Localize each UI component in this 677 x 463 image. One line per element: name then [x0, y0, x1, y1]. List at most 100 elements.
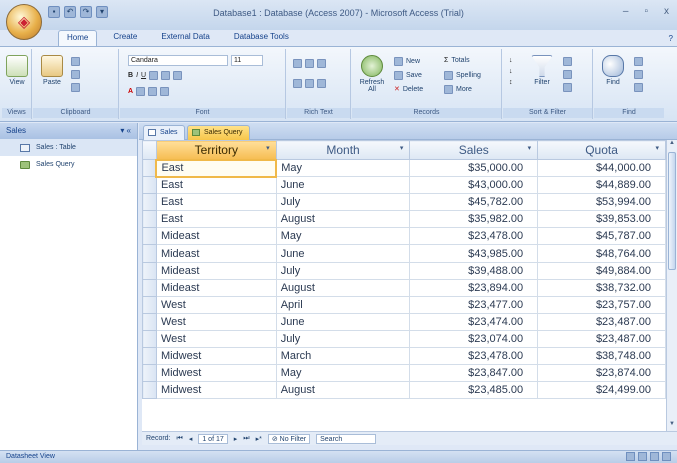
- quota-cell[interactable]: $38,748.00: [537, 347, 666, 366]
- alternate-fill-icon[interactable]: [160, 87, 170, 96]
- month-cell[interactable]: August: [275, 278, 411, 297]
- table-row[interactable]: Midwest August $23,485.00 $24,499.00: [142, 381, 666, 400]
- refresh-all-button[interactable]: Refresh All: [358, 55, 386, 93]
- doc-tab-sales[interactable]: Sales: [143, 125, 185, 140]
- next-record-icon[interactable]: ▸: [234, 435, 238, 443]
- new-record-nav-icon[interactable]: ▸*: [256, 435, 262, 443]
- previous-record-icon[interactable]: ◂: [189, 435, 193, 443]
- select-icon[interactable]: [634, 83, 643, 92]
- sales-cell[interactable]: $35,000.00: [409, 158, 539, 178]
- table-row[interactable]: West April $23,477.00 $23,757.00: [142, 295, 666, 314]
- records-save[interactable]: Save: [394, 71, 422, 80]
- sales-cell[interactable]: $23,894.00: [409, 278, 539, 297]
- territory-cell[interactable]: West: [155, 312, 277, 331]
- pivottable-view-icon[interactable]: [638, 452, 647, 461]
- territory-cell[interactable]: East: [155, 158, 278, 178]
- table-row[interactable]: Mideast May $23,478.00 $45,787.00: [142, 227, 666, 246]
- align-left-icon[interactable]: [149, 71, 159, 80]
- territory-cell[interactable]: East: [155, 176, 277, 195]
- align-center-icon[interactable]: [161, 71, 171, 80]
- month-cell[interactable]: July: [275, 261, 411, 280]
- table-row[interactable]: Midwest May $23,847.00 $23,874.00: [142, 364, 666, 383]
- sales-cell[interactable]: $23,485.00: [409, 381, 539, 400]
- sales-cell[interactable]: $23,478.00: [409, 227, 539, 246]
- sales-cell[interactable]: $39,488.00: [409, 261, 539, 280]
- territory-cell[interactable]: Mideast: [155, 278, 277, 297]
- territory-cell[interactable]: Mideast: [155, 261, 277, 280]
- month-cell[interactable]: May: [275, 364, 411, 383]
- italic-icon[interactable]: I: [136, 72, 138, 79]
- vertical-scrollbar[interactable]: ▲ ▼: [666, 140, 677, 431]
- quota-cell[interactable]: $23,874.00: [537, 364, 666, 383]
- scroll-down-icon[interactable]: ▼: [667, 421, 677, 431]
- font-name-select[interactable]: Candara: [128, 55, 228, 66]
- month-cell[interactable]: August: [275, 210, 411, 229]
- quota-cell[interactable]: $45,787.00: [537, 227, 666, 246]
- row-selector[interactable]: [142, 227, 157, 246]
- cut-icon[interactable]: [71, 57, 80, 66]
- column-header-month[interactable]: Month ▾: [275, 140, 411, 160]
- advanced-icon[interactable]: [563, 70, 572, 79]
- month-cell[interactable]: June: [275, 312, 411, 331]
- help-icon[interactable]: ?: [669, 34, 673, 43]
- sort-descending-icon[interactable]: ↓: [509, 68, 513, 75]
- sort-ascending-icon[interactable]: ↓: [509, 57, 513, 64]
- tab-home[interactable]: Home: [58, 30, 98, 46]
- territory-cell[interactable]: East: [155, 210, 277, 229]
- dropdown-arrow-icon[interactable]: ▾: [655, 144, 659, 152]
- sales-cell[interactable]: $23,074.00: [409, 329, 539, 349]
- table-row[interactable]: Mideast August $23,894.00 $38,732.00: [142, 278, 666, 297]
- sales-cell[interactable]: $23,474.00: [409, 312, 539, 331]
- scroll-up-icon[interactable]: ▲: [667, 140, 677, 150]
- month-cell[interactable]: July: [275, 329, 411, 349]
- territory-cell[interactable]: West: [155, 295, 277, 314]
- table-row[interactable]: East July $45,782.00 $53,994.00: [142, 193, 666, 212]
- numbering-icon[interactable]: [305, 79, 314, 88]
- design-view-icon[interactable]: [662, 452, 671, 461]
- sales-cell[interactable]: $43,985.00: [409, 244, 539, 263]
- quota-cell[interactable]: $53,994.00: [537, 193, 666, 212]
- pivotchart-view-icon[interactable]: [650, 452, 659, 461]
- tab-create[interactable]: Create: [105, 30, 145, 46]
- month-cell[interactable]: April: [275, 295, 411, 314]
- table-row[interactable]: West June $23,474.00 $23,487.00: [142, 312, 666, 331]
- row-selector[interactable]: [142, 193, 157, 212]
- format-painter-icon[interactable]: [71, 83, 80, 92]
- records-more[interactable]: More: [444, 85, 472, 94]
- paste-button[interactable]: Paste: [39, 55, 65, 86]
- sales-cell[interactable]: $45,782.00: [409, 193, 539, 212]
- nav-item-sales-query[interactable]: Sales Query: [0, 156, 137, 173]
- sales-cell[interactable]: $23,477.00: [409, 295, 539, 314]
- column-header-territory[interactable]: Territory ▾: [155, 140, 277, 160]
- table-row[interactable]: Midwest March $23,478.00 $38,748.00: [142, 347, 666, 366]
- maximize-button[interactable]: ▫: [644, 6, 648, 17]
- align-right-icon[interactable]: [173, 71, 183, 80]
- row-selector[interactable]: [142, 347, 157, 366]
- table-row[interactable]: West July $23,074.00 $23,487.00: [142, 329, 666, 349]
- records-new[interactable]: New: [394, 57, 420, 66]
- sales-cell[interactable]: $35,982.00: [409, 210, 539, 229]
- table-row[interactable]: Mideast July $39,488.00 $49,884.00: [142, 261, 666, 280]
- quota-cell[interactable]: $48,764.00: [537, 244, 666, 263]
- datasheet-view-icon[interactable]: [626, 452, 635, 461]
- nav-pane-controls[interactable]: ▾ «: [120, 123, 131, 139]
- territory-cell[interactable]: West: [155, 329, 277, 349]
- month-cell[interactable]: June: [275, 176, 411, 195]
- row-selector[interactable]: [142, 176, 157, 195]
- dropdown-arrow-icon[interactable]: ▾: [266, 144, 270, 152]
- paragraph-icon[interactable]: [317, 59, 326, 68]
- last-record-icon[interactable]: ⏭: [243, 435, 249, 443]
- records-spelling[interactable]: Spelling: [444, 71, 481, 80]
- filter-button[interactable]: Filter: [529, 55, 555, 86]
- quota-cell[interactable]: $23,757.00: [537, 295, 666, 314]
- territory-cell[interactable]: Mideast: [155, 244, 277, 263]
- table-row[interactable]: East May $35,000.00 $44,000.00: [142, 158, 666, 178]
- row-selector[interactable]: [142, 312, 157, 331]
- quota-cell[interactable]: $39,853.00: [537, 210, 666, 229]
- quota-cell[interactable]: $49,884.00: [537, 261, 666, 280]
- bullets-icon[interactable]: [293, 79, 302, 88]
- font-color-icon[interactable]: A: [128, 88, 133, 95]
- dropdown-arrow-icon[interactable]: ▾: [528, 144, 532, 152]
- row-selector[interactable]: [142, 244, 157, 263]
- highlight-icon[interactable]: [317, 79, 326, 88]
